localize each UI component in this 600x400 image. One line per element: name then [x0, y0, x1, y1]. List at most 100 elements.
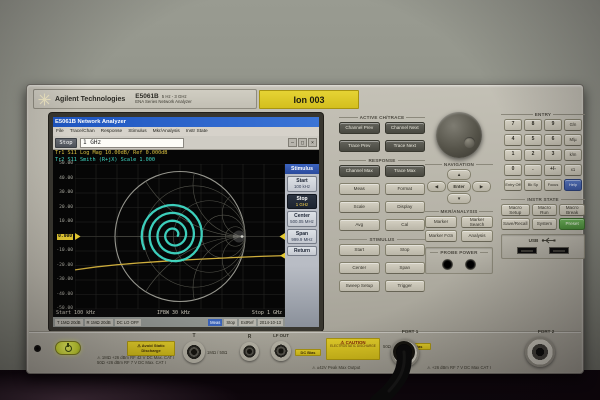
- button-sweep-setup[interactable]: Sweep Setup: [339, 280, 380, 292]
- probe-power-jack: [465, 259, 476, 270]
- enter-key[interactable]: Enter: [447, 181, 471, 192]
- key-5[interactable]: 5: [524, 134, 542, 146]
- key-0[interactable]: 0: [504, 164, 522, 176]
- key-item[interactable]: +/-: [544, 164, 562, 176]
- button-save-recall[interactable]: Save/Recall: [501, 218, 530, 230]
- button-scale[interactable]: Scale: [339, 201, 380, 213]
- maximize-button[interactable]: □: [298, 138, 307, 147]
- active-ch-trace-buttons: Channel Prev Channel Next Trace Prev Trace …: [339, 122, 425, 152]
- arrow-right-key[interactable]: ▶: [472, 181, 491, 192]
- key-7[interactable]: 7: [504, 119, 522, 131]
- button-trace-max[interactable]: Trace Max: [385, 165, 426, 177]
- button-preset[interactable]: Preset: [559, 218, 585, 230]
- button-start[interactable]: Start: [339, 244, 380, 256]
- button-span[interactable]: Span: [385, 262, 426, 274]
- close-button[interactable]: ×: [308, 138, 317, 147]
- button-meas[interactable]: Meas: [339, 183, 380, 195]
- softkey-value: 100 kHz: [288, 184, 316, 190]
- rotary-knob[interactable]: [436, 112, 482, 158]
- impedance-label: 1MΩ / 50Ω: [207, 350, 227, 355]
- port2-connector: [525, 337, 555, 367]
- button-system[interactable]: System: [532, 218, 558, 230]
- button-marker-fctn[interactable]: Marker Fctn: [425, 230, 457, 242]
- stop-field-label[interactable]: Stop: [55, 138, 77, 148]
- key-8[interactable]: 8: [524, 119, 542, 131]
- key-6[interactable]: 6: [544, 134, 562, 146]
- button-cal[interactable]: Cal: [385, 219, 426, 231]
- button-marker[interactable]: Marker: [425, 216, 457, 228]
- button-trigger[interactable]: Trigger: [385, 280, 426, 292]
- connector-t-label: T: [183, 333, 205, 339]
- network-analyzer-front-panel: Agilent Technologies E5061B 5 Hz - 3 GHz…: [26, 84, 584, 374]
- button-trace-next[interactable]: Trace Next: [385, 140, 426, 152]
- ifbw-label: IFBW 30 kHz: [157, 310, 190, 316]
- key-x1[interactable]: x1: [564, 164, 582, 176]
- power-button[interactable]: [55, 341, 81, 355]
- instr-state-buttons: Macro SetupMacro RunMacro Break Save/Reca…: [501, 204, 585, 230]
- softkey-start[interactable]: Start100 kHz: [287, 176, 317, 192]
- y-tick-label: -10.00: [56, 248, 73, 254]
- softkey-return[interactable]: Return: [287, 246, 317, 256]
- softkey-span[interactable]: Span999.9 MHz: [287, 229, 317, 245]
- key-3[interactable]: 3: [544, 149, 562, 161]
- button-channel-max[interactable]: Channel Max: [339, 165, 380, 177]
- key-g-n[interactable]: G/n: [564, 119, 582, 131]
- key-9[interactable]: 9: [544, 119, 562, 131]
- status-segment-stop: Stop: [224, 319, 237, 326]
- mkr-analysis-buttons: Marker Marker Search Marker Fctn Analysis: [425, 216, 493, 242]
- panel-column-left: ACTIVE CH/TRACE Channel PrevChannel Next…: [339, 115, 425, 298]
- button-center[interactable]: Center: [339, 262, 380, 274]
- key-entry-off[interactable]: Entry Off: [504, 179, 522, 191]
- button-avg[interactable]: Avg: [339, 219, 380, 231]
- softkey-value: 999.9 MHz: [288, 237, 316, 243]
- softkey-label: Return: [288, 248, 316, 254]
- softkey-center[interactable]: Center500.05 MHz: [287, 211, 317, 227]
- button-macro-setup[interactable]: Macro Setup: [501, 204, 530, 216]
- menu-bar: File Trace/Chan Response Stimulus Mkr/Analys…: [53, 127, 319, 136]
- menu-item-mkr-analysis[interactable]: Mkr/Analysis: [153, 129, 180, 134]
- softkey-stop[interactable]: Stop1 GHz: [287, 194, 317, 210]
- button-analysis[interactable]: Analysis: [461, 230, 493, 242]
- menu-item-stimulus[interactable]: Stimulus: [128, 129, 146, 134]
- key-m[interactable]: M/µ: [564, 134, 582, 146]
- button-channel-next[interactable]: Channel Next: [385, 122, 426, 134]
- key-1[interactable]: 1: [504, 149, 522, 161]
- frequency-entry-field[interactable]: 1 GHz: [80, 138, 184, 148]
- button-stop[interactable]: Stop: [385, 244, 426, 256]
- usb-port: [549, 247, 569, 254]
- button-marker-search[interactable]: Marker Search: [461, 216, 493, 228]
- key-4[interactable]: 4: [504, 134, 522, 146]
- menu-item-file[interactable]: File: [56, 129, 64, 134]
- arrow-left-key[interactable]: ◀: [427, 181, 446, 192]
- key-2[interactable]: 2: [524, 149, 542, 161]
- button-format[interactable]: Format: [385, 183, 426, 195]
- y-tick-label: 10.00: [59, 219, 73, 225]
- key-help[interactable]: Help: [564, 179, 582, 191]
- menu-item-instr-state[interactable]: Instr State: [186, 129, 208, 134]
- key-item[interactable]: .: [524, 164, 542, 176]
- stop-frequency-label: Stop 1 GHz: [252, 310, 282, 316]
- button-display[interactable]: Display: [385, 201, 426, 213]
- menu-item-trace-chan[interactable]: Trace/Chan: [70, 129, 95, 134]
- arrow-down-key[interactable]: ▼: [447, 193, 471, 204]
- usb-label: USB: [529, 238, 539, 243]
- response-buttons: Channel Max Trace Max Meas Format Scale Displ…: [339, 165, 425, 231]
- menu-item-response[interactable]: Response: [101, 129, 123, 134]
- arrow-up-key[interactable]: ▲: [447, 169, 471, 180]
- asset-tag-label: Ion 003: [259, 90, 359, 109]
- y-tick-label: 40.00: [59, 176, 73, 182]
- button-macro-break[interactable]: Macro Break: [559, 204, 585, 216]
- button-trace-prev[interactable]: Trace Prev: [339, 140, 380, 152]
- trace1-definition: Tr1 S11 Log Mag 10.00dB/ Ref 0.000dB: [55, 150, 317, 157]
- dc-bias-label-1: DC Bias: [295, 349, 321, 356]
- key-k-m[interactable]: k/m: [564, 149, 582, 161]
- softkey-list: Start100 kHz Stop1 GHzCenter500.05 MHz Spa…: [285, 174, 319, 256]
- y-tick-label: -50.00: [56, 306, 73, 312]
- section-label-instr-state: INSTR STATE: [501, 197, 585, 202]
- minimize-button[interactable]: –: [288, 138, 297, 147]
- key-focus[interactable]: Focus: [544, 179, 562, 191]
- key-bk-sp[interactable]: Bk Sp: [524, 179, 542, 191]
- status-segment-r-1m-20db: R 1MΩ 20dB: [85, 319, 113, 326]
- button-macro-run[interactable]: Macro Run: [532, 204, 558, 216]
- button-channel-prev[interactable]: Channel Prev: [339, 122, 380, 134]
